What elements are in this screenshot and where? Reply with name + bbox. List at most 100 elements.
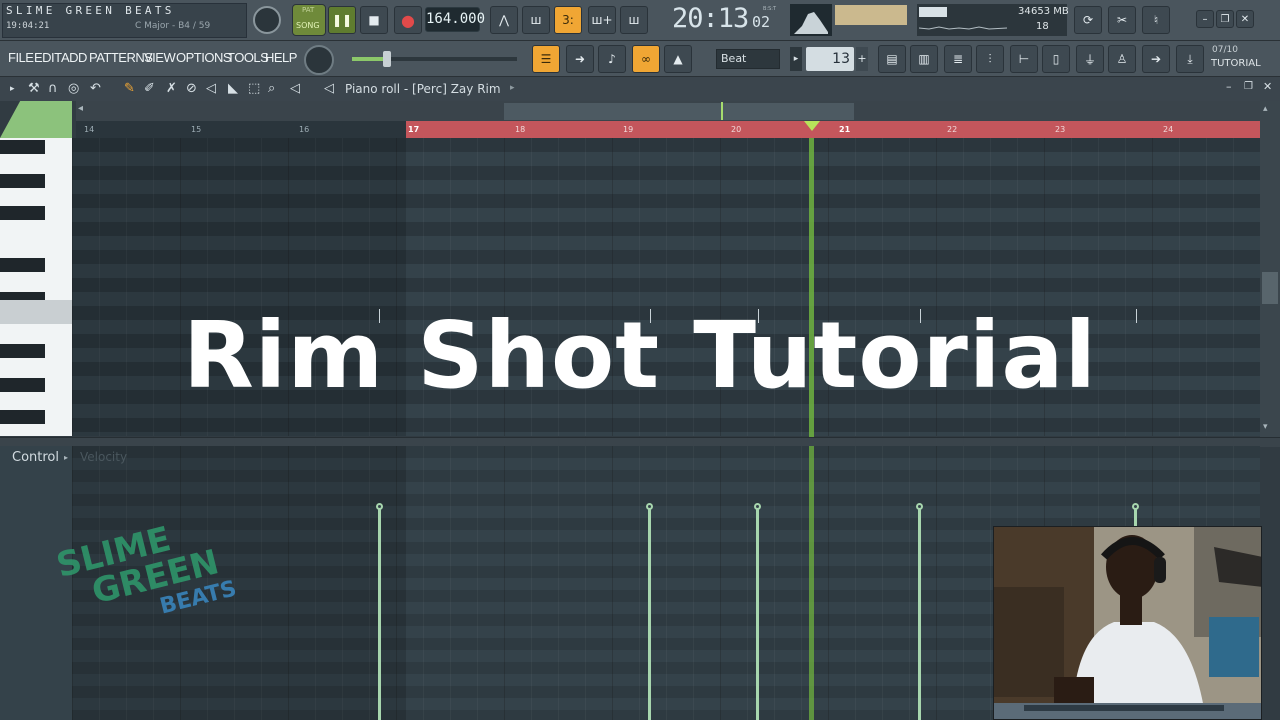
speaker-mute-icon[interactable]: ◁: [206, 81, 216, 96]
help-button[interactable]: ♙: [1108, 45, 1136, 73]
control-label[interactable]: Control: [12, 450, 59, 465]
pause-button[interactable]: ❚❚: [328, 6, 356, 34]
loop-record-button[interactable]: ш: [620, 6, 648, 34]
record-audio-button[interactable]: ♮: [1142, 6, 1170, 34]
menu-patterns[interactable]: PATTERNS: [89, 50, 153, 65]
delete-icon[interactable]: ✗: [166, 81, 177, 96]
link-button[interactable]: ∞: [632, 45, 660, 73]
velocity-bar[interactable]: [918, 509, 921, 720]
scroll-up-icon[interactable]: ▴: [1263, 104, 1268, 114]
velocity-handle[interactable]: [1132, 503, 1139, 510]
countdown-button[interactable]: 3:: [554, 6, 582, 34]
menu-file[interactable]: FILE: [8, 50, 34, 65]
select-icon[interactable]: ⬚: [248, 81, 260, 96]
velocity-bar[interactable]: [756, 509, 759, 720]
minimize-button[interactable]: –: [1196, 10, 1214, 28]
piano-roll-menu-arrow[interactable]: ▸: [10, 84, 15, 94]
vertical-scroll-thumb[interactable]: [1262, 272, 1278, 304]
slice-icon[interactable]: ◣: [228, 81, 238, 96]
timeline-ruler[interactable]: [76, 121, 406, 138]
brush-icon[interactable]: ✐: [144, 81, 155, 96]
master-slider-track[interactable]: [352, 51, 517, 67]
tempo-display[interactable]: 164.000: [425, 7, 485, 32]
velocity-handle[interactable]: [646, 503, 653, 510]
tree-icon: ⊢: [1018, 52, 1030, 66]
black-key[interactable]: [0, 410, 45, 424]
reload-button[interactable]: ⟳: [1074, 6, 1102, 34]
master-volume-knob[interactable]: [253, 6, 281, 34]
zoom-icon[interactable]: ⌕: [268, 81, 275, 96]
stamp-button[interactable]: ▲: [664, 45, 692, 73]
menu-help[interactable]: HELP: [265, 50, 297, 65]
magnet-icon[interactable]: ∩: [48, 81, 58, 96]
menu-add[interactable]: ADD: [61, 50, 87, 65]
snap-select[interactable]: Beat: [716, 49, 780, 69]
menu-tools[interactable]: TOOLS: [227, 50, 269, 65]
file-button[interactable]: ▯: [1042, 45, 1070, 73]
undo-icon[interactable]: ↶: [90, 81, 101, 96]
black-key[interactable]: [0, 258, 45, 272]
step-edit-icon: ш+: [591, 13, 613, 27]
window-minimize-icon[interactable]: –: [1226, 80, 1232, 93]
velocity-handle[interactable]: [376, 503, 383, 510]
timeline-scroll-thumb[interactable]: [504, 103, 854, 120]
restore-button[interactable]: ❐: [1216, 10, 1234, 28]
tree-button[interactable]: ⊢: [1010, 45, 1038, 73]
step-value-field[interactable]: 13: [806, 47, 854, 71]
master-pitch-knob[interactable]: [304, 45, 334, 75]
record-mode-icon[interactable]: ◎: [68, 81, 79, 96]
window-close-icon[interactable]: ✕: [1263, 80, 1272, 93]
wrench-icon[interactable]: ⚒: [28, 81, 40, 96]
mute-tool-icon[interactable]: ⊘: [186, 81, 197, 96]
browser-button[interactable]: ⫶: [976, 45, 1004, 73]
pat-label: PAT: [302, 6, 315, 14]
step-prev-button[interactable]: ▸: [790, 47, 802, 71]
black-key[interactable]: [0, 206, 45, 220]
velocity-handle[interactable]: [916, 503, 923, 510]
step-add-button[interactable]: +: [856, 47, 868, 71]
cut-button[interactable]: ✂: [1108, 6, 1136, 34]
menu-options[interactable]: OPTIONS: [176, 50, 232, 65]
minimize-icon: –: [1202, 13, 1208, 25]
velocity-bar[interactable]: [648, 509, 651, 720]
plugin-button[interactable]: ⏚: [1076, 45, 1104, 73]
playlist-button[interactable]: ☰: [532, 45, 560, 73]
channel-rack-button[interactable]: ▤: [878, 45, 906, 73]
record-button[interactable]: ●: [394, 6, 422, 34]
curve-icon: ♪: [608, 52, 616, 66]
control-target[interactable]: Velocity: [80, 450, 127, 464]
scroll-left-icon[interactable]: ◂: [78, 103, 92, 119]
scroll-position-marker: [721, 102, 723, 120]
black-key[interactable]: [0, 174, 45, 188]
piano-roll-corner-tab[interactable]: [0, 101, 72, 138]
rack-icon: ▤: [886, 52, 898, 66]
menu-view[interactable]: VIEW: [144, 50, 176, 65]
pencil-icon[interactable]: ✎: [124, 81, 135, 96]
piano-roll-button[interactable]: ▥: [910, 45, 938, 73]
black-key[interactable]: [0, 140, 45, 154]
window-restore-icon[interactable]: ❐: [1244, 81, 1253, 92]
cpu-bar: [919, 7, 947, 17]
mixer-button[interactable]: ≣: [944, 45, 972, 73]
wait-input-button[interactable]: ш: [522, 6, 550, 34]
download-button[interactable]: ⤓: [1176, 45, 1204, 73]
playhead: [809, 446, 814, 720]
bar-number: 17: [408, 125, 420, 134]
step-edit-button[interactable]: ш+: [588, 6, 616, 34]
draw-tool-button[interactable]: ♪: [598, 45, 626, 73]
velocity-handle[interactable]: [754, 503, 761, 510]
arrow-tool-button[interactable]: ➜: [566, 45, 594, 73]
menu-edit[interactable]: EDIT: [34, 50, 62, 65]
microphone-icon: ♮: [1153, 13, 1159, 27]
scroll-down-icon[interactable]: ▾: [1263, 422, 1268, 432]
metronome-button[interactable]: ⋀: [490, 6, 518, 34]
stop-button[interactable]: ■: [360, 6, 388, 34]
playhead-marker-icon[interactable]: [804, 121, 820, 131]
playback-icon[interactable]: ◁: [290, 81, 300, 96]
close-button[interactable]: ✕: [1236, 10, 1254, 28]
hint-button[interactable]: ➔: [1142, 45, 1170, 73]
velocity-bar[interactable]: [378, 509, 381, 720]
loop-region[interactable]: [406, 121, 1260, 138]
tutorial-counter: 07/10: [1212, 45, 1238, 55]
master-slider-handle[interactable]: [383, 51, 391, 67]
